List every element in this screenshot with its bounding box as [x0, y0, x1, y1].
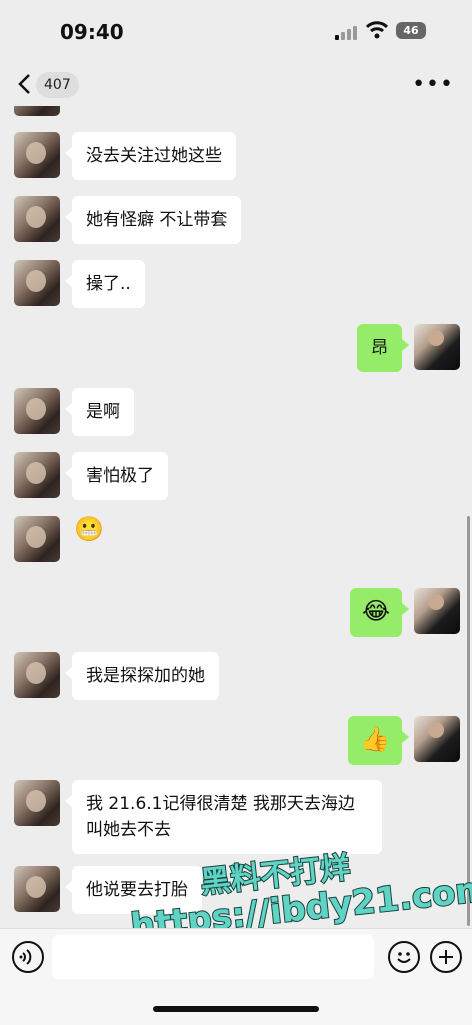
wifi-icon: [366, 21, 388, 39]
message-bubble-sent[interactable]: 😂: [349, 588, 410, 637]
more-dots-icon[interactable]: •••: [412, 74, 454, 96]
contact-avatar[interactable]: [14, 106, 60, 116]
unread-count-badge[interactable]: 407: [36, 72, 79, 98]
thumbs-up-emoji-icon: 👍: [360, 725, 390, 753]
contact-avatar[interactable]: [14, 196, 60, 242]
signal-icon: [335, 26, 361, 40]
contact-avatar[interactable]: [14, 780, 60, 826]
message-bubble-sent[interactable]: 昂: [357, 324, 409, 372]
status-time: 09:40: [60, 20, 124, 44]
message-bubble[interactable]: 她有怪癖 不让带套: [64, 196, 242, 244]
status-bar: 09:40 46: [0, 0, 472, 62]
home-indicator: [153, 1006, 319, 1012]
scrollbar[interactable]: [467, 516, 470, 926]
back-chevron-icon[interactable]: [14, 72, 36, 96]
voice-icon[interactable]: [12, 941, 44, 973]
message-bubble[interactable]: 操了..: [65, 260, 145, 308]
self-avatar[interactable]: [414, 324, 460, 370]
message-bubble-sent[interactable]: 👍: [348, 716, 409, 765]
message-bubble[interactable]: 害怕极了: [65, 452, 168, 500]
message-bubble[interactable]: 我是探探加的她: [65, 652, 219, 700]
plus-icon[interactable]: [430, 941, 462, 973]
self-avatar[interactable]: [414, 588, 460, 634]
contact-avatar[interactable]: [14, 260, 60, 306]
message-bubble[interactable]: 是啊: [65, 388, 134, 436]
laughing-emoji-icon: 😂: [361, 597, 390, 625]
message-bubble[interactable]: 没去关注过她这些: [65, 132, 236, 180]
message-list[interactable]: 没去关注过她这些 她有怪癖 不让带套 操了.. 昂 是啊 害怕极了 😬 😂 我是…: [0, 106, 472, 928]
contact-avatar[interactable]: [14, 452, 60, 498]
emoji-icon[interactable]: [388, 941, 420, 973]
contact-avatar[interactable]: [14, 866, 60, 912]
contact-avatar[interactable]: [14, 652, 60, 698]
contact-avatar[interactable]: [14, 132, 60, 178]
message-input[interactable]: [52, 935, 374, 979]
contact-avatar[interactable]: [14, 516, 60, 562]
chat-header: 407 •••: [0, 62, 472, 106]
grimace-emoji-icon[interactable]: 😬: [74, 516, 104, 542]
self-avatar[interactable]: [414, 716, 460, 762]
battery-indicator: 46: [396, 22, 426, 39]
contact-avatar[interactable]: [14, 388, 60, 434]
